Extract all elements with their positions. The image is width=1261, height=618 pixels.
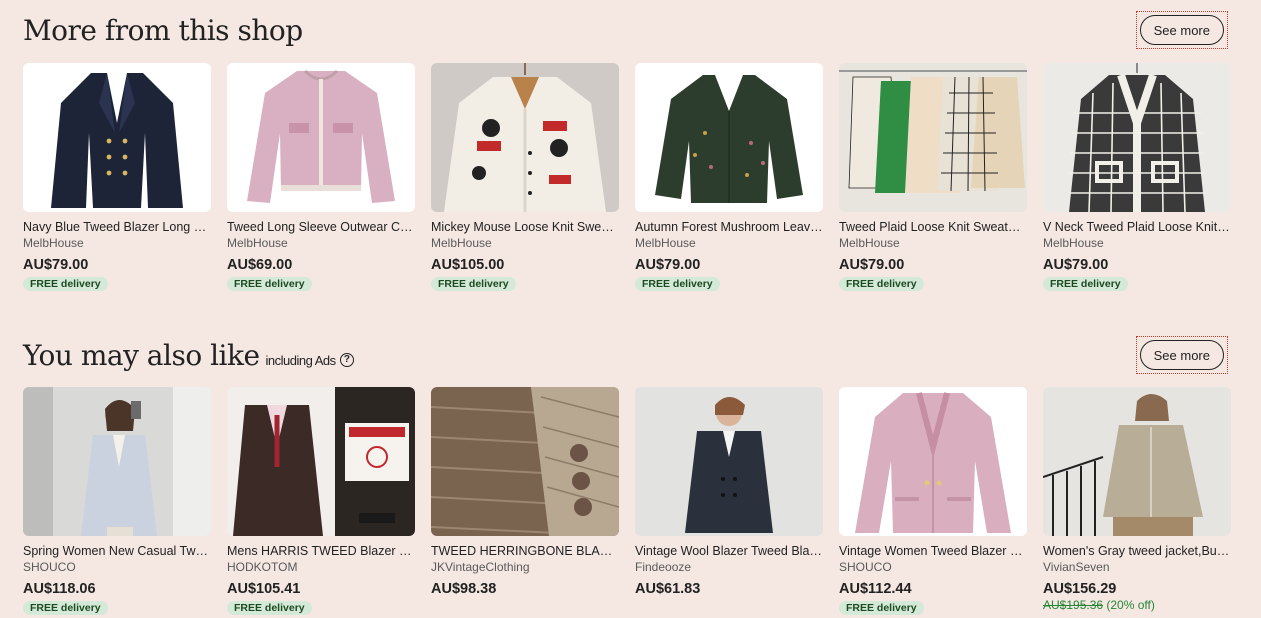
listing-card[interactable]: Tweed Plaid Loose Knit Sweater Cardigan … [839, 63, 1027, 292]
listing-card[interactable]: Navy Blue Tweed Blazer Long Sleeve MelbH… [23, 63, 211, 292]
woman-tweed-blazer-image [23, 387, 211, 536]
help-icon[interactable]: ? [339, 353, 354, 367]
listing-price: AU$156.29 [1043, 581, 1117, 597]
listing-image[interactable] [839, 63, 1027, 212]
free-delivery-badge: FREE delivery [227, 601, 312, 615]
listing-shop: SHOUCO [839, 560, 892, 574]
listing-card[interactable]: Tweed Long Sleeve Outwear Crop MelbHouse… [227, 63, 415, 292]
listing-price: AU$61.83 [635, 581, 701, 597]
listing-image[interactable] [23, 63, 211, 212]
listing-title[interactable]: Vintage Wool Blazer Tweed Blazer [635, 544, 823, 558]
listing-title[interactable]: Women's Gray tweed jacket,Buttons [1043, 544, 1231, 558]
listing-title[interactable]: Autumn Forest Mushroom Leaves Cardigan [635, 220, 823, 234]
green-cardigan-image [635, 63, 823, 212]
listing-image[interactable] [227, 387, 415, 536]
listing-price: AU$69.00 [227, 257, 293, 273]
listing-shop: SHOUCO [23, 560, 76, 574]
gray-tweed-jacket-image [1043, 387, 1231, 536]
shop-section-title-text: More from this shop [23, 13, 303, 47]
listing-price: AU$98.38 [431, 581, 497, 597]
listing-shop: JKVintageClothing [431, 560, 530, 574]
pink-tweed-jacket-image [227, 63, 415, 212]
shop-see-more-button[interactable]: See more [1139, 15, 1224, 45]
discount-percent: (20% off) [1106, 598, 1155, 612]
listing-price: AU$79.00 [1043, 257, 1109, 273]
listing-title[interactable]: Mens HARRIS TWEED Blazer Coat [227, 544, 415, 558]
listing-shop: MelbHouse [23, 236, 84, 250]
listing-card[interactable]: Vintage Wool Blazer Tweed Blazer Findeoo… [635, 387, 823, 616]
listing-price: AU$105.00 [431, 257, 505, 273]
shop-see-more-focus: See more [1135, 11, 1228, 49]
discount-row: AU$195.36 (20% off) [1043, 598, 1231, 612]
listing-card[interactable]: V Neck Tweed Plaid Loose Knit Cardigan M… [1043, 63, 1231, 292]
mickey-cardigan-image [431, 63, 619, 212]
listing-price: AU$79.00 [839, 257, 905, 273]
like-see-more-focus: See more [1135, 336, 1228, 374]
listing-image[interactable] [431, 387, 619, 536]
free-delivery-badge: FREE delivery [1043, 277, 1128, 291]
free-delivery-badge: FREE delivery [23, 601, 108, 615]
free-delivery-badge: FREE delivery [227, 277, 312, 291]
listing-title[interactable]: Mickey Mouse Loose Knit Sweater Cardigan [431, 220, 619, 234]
listing-shop: MelbHouse [839, 236, 900, 250]
listing-price: AU$105.41 [227, 581, 301, 597]
navy-blazer-image [23, 63, 211, 212]
free-delivery-badge: FREE delivery [839, 601, 924, 615]
ads-note: including Ads ? [266, 353, 354, 368]
listing-title[interactable]: V Neck Tweed Plaid Loose Knit Cardigan [1043, 220, 1231, 234]
listing-image[interactable] [1043, 63, 1231, 212]
shop-section-header: More from this shop See more [23, 11, 1228, 49]
listing-card[interactable]: Vintage Women Tweed Blazer Jacket SHOUCO… [839, 387, 1027, 616]
like-items-grid: Spring Women New Casual Tweed Blazer SHO… [23, 387, 1231, 616]
listing-card[interactable]: Autumn Forest Mushroom Leaves Cardigan M… [635, 63, 823, 292]
herringbone-fabric-image [431, 387, 619, 536]
listing-image[interactable] [839, 387, 1027, 536]
listing-image[interactable] [635, 63, 823, 212]
listing-image[interactable] [431, 63, 619, 212]
harris-tweed-blazer-image [227, 387, 415, 536]
free-delivery-badge: FREE delivery [635, 277, 720, 291]
shop-items-grid: Navy Blue Tweed Blazer Long Sleeve MelbH… [23, 63, 1231, 292]
listing-price: AU$79.00 [635, 257, 701, 273]
original-price: AU$195.36 [1043, 598, 1104, 612]
free-delivery-badge: FREE delivery [23, 277, 108, 291]
vneck-plaid-cardigan-image [1043, 63, 1231, 212]
ads-note-label: including Ads [265, 352, 337, 368]
plaid-cardigans-image [839, 63, 1027, 212]
listing-title[interactable]: Tweed Plaid Loose Knit Sweater Cardigan [839, 220, 1027, 234]
listing-shop: MelbHouse [1043, 236, 1104, 250]
free-delivery-badge: FREE delivery [839, 277, 924, 291]
listing-card[interactable]: Mickey Mouse Loose Knit Sweater Cardigan… [431, 63, 619, 292]
like-section-title: You may also like including Ads ? [23, 339, 354, 372]
listing-image[interactable] [1043, 387, 1231, 536]
listing-shop: Findeooze [635, 560, 692, 574]
listing-image[interactable] [23, 387, 211, 536]
listing-title[interactable]: Tweed Long Sleeve Outwear Crop [227, 220, 415, 234]
listing-title[interactable]: TWEED HERRINGBONE BLAZER [431, 544, 619, 558]
listing-title[interactable]: Vintage Women Tweed Blazer Jacket [839, 544, 1027, 558]
listing-card[interactable]: Women's Gray tweed jacket,Buttons Vivian… [1043, 387, 1231, 616]
listing-image[interactable] [227, 63, 415, 212]
listing-price: AU$79.00 [23, 257, 89, 273]
like-section-header: You may also like including Ads ? See mo… [23, 336, 1228, 374]
listing-shop: MelbHouse [635, 236, 696, 250]
listing-shop: HODKOTOM [227, 560, 298, 574]
listing-card[interactable]: TWEED HERRINGBONE BLAZER JKVintageClothi… [431, 387, 619, 616]
shop-section-title: More from this shop [23, 14, 303, 47]
listing-price: AU$118.06 [23, 581, 96, 597]
listing-card[interactable]: Spring Women New Casual Tweed Blazer SHO… [23, 387, 211, 616]
listing-price: AU$112.44 [839, 581, 912, 597]
wool-blazer-model-image [635, 387, 823, 536]
listing-shop: MelbHouse [431, 236, 492, 250]
listing-title[interactable]: Spring Women New Casual Tweed Blazer [23, 544, 211, 558]
listing-shop: VivianSeven [1043, 560, 1110, 574]
free-delivery-badge: FREE delivery [431, 277, 516, 291]
listing-image[interactable] [635, 387, 823, 536]
like-see-more-button[interactable]: See more [1139, 340, 1224, 370]
listing-card[interactable]: Mens HARRIS TWEED Blazer Coat HODKOTOM A… [227, 387, 415, 616]
like-section-title-text: You may also like [23, 338, 260, 372]
pink-tweed-blazer-image [839, 387, 1027, 536]
listing-title[interactable]: Navy Blue Tweed Blazer Long Sleeve [23, 220, 211, 234]
listing-shop: MelbHouse [227, 236, 288, 250]
